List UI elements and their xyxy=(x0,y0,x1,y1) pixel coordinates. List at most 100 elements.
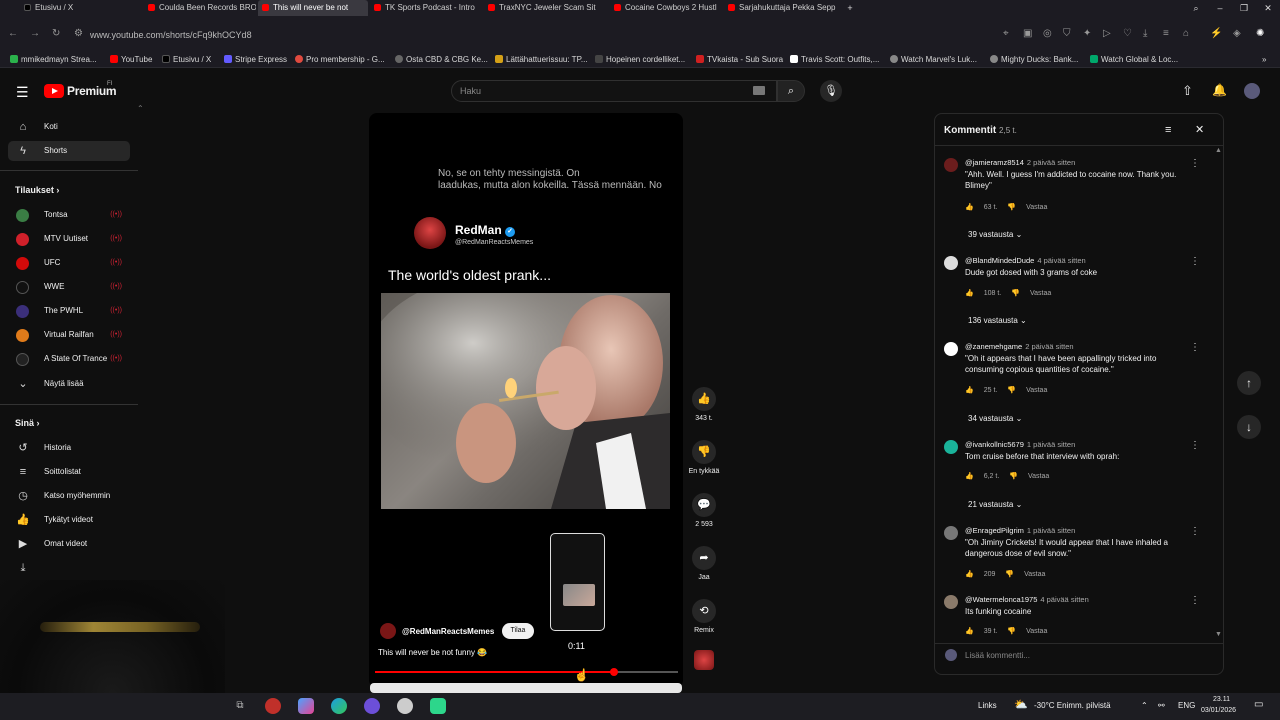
language-indicator[interactable]: ENG xyxy=(1178,701,1195,710)
wallet-icon[interactable]: ◈ xyxy=(1233,28,1241,39)
sidebar-item-watch-later[interactable]: ◷ Katso myöhemmin xyxy=(8,486,130,506)
bookmark-item[interactable]: Mighty Ducks: Bank... xyxy=(990,55,1078,64)
browser-tab[interactable]: Sarjahukuttaja Pekka Sepp xyxy=(724,0,836,16)
camera-icon[interactable]: ◎ xyxy=(1043,28,1052,39)
opera-icon[interactable] xyxy=(265,698,281,714)
clock-date[interactable]: 03/01/2026 xyxy=(1201,707,1236,714)
commenter-avatar[interactable] xyxy=(944,526,958,540)
channel-name[interactable]: @RedManReactsMemes xyxy=(402,627,494,636)
bookmark-item[interactable]: Hopeinen cordelliket... xyxy=(595,55,685,64)
show-more-button[interactable]: ⌄ Näytä lisää xyxy=(8,374,130,394)
collapse-arrow-icon[interactable]: ⌃ xyxy=(137,104,144,113)
browser-tab-active[interactable]: This will never be not xyxy=(258,0,368,16)
notifications-bell-icon[interactable]: 🔔 xyxy=(1212,83,1227,97)
bookmark-item[interactable]: Stripe Express xyxy=(224,55,287,64)
comment-author[interactable]: @EnragedPilgrim 1 päivää sitten xyxy=(965,526,1075,535)
thumbs-up-icon[interactable]: 👍 xyxy=(965,473,974,480)
channel-avatar[interactable] xyxy=(380,623,396,639)
bookmark-item[interactable]: TVkaista - Sub Suora xyxy=(696,55,783,64)
thumbs-down-icon[interactable]: 👎 xyxy=(1009,473,1018,480)
thumbs-down-icon[interactable]: 👎 xyxy=(1011,290,1020,297)
bookmark-item[interactable]: YouTube xyxy=(110,55,152,64)
sidebar-item-playlists[interactable]: ≡ Soittolistat xyxy=(8,462,130,482)
heart-icon[interactable]: ♡ xyxy=(1123,28,1132,39)
sidebar-item-shorts[interactable]: ϟ Shorts xyxy=(8,141,130,161)
subscribe-button[interactable]: Tilaa xyxy=(502,623,534,639)
back-icon[interactable]: ← xyxy=(8,28,18,39)
thumbs-down-icon[interactable]: 👎 xyxy=(1007,204,1016,211)
you-heading[interactable]: Sinä › xyxy=(15,418,40,428)
comment-author[interactable]: @BlandMindedDude 4 päivää sitten xyxy=(965,256,1086,265)
youtube-logo-icon[interactable] xyxy=(44,84,64,98)
scroll-up-arrow-icon[interactable]: ▲ xyxy=(1215,147,1222,154)
sidebar-channel[interactable]: A State Of Trance ((•)) xyxy=(8,349,130,369)
bookmark-item[interactable]: Etusivu / X xyxy=(162,55,211,64)
extensions-icon[interactable]: ⌖ xyxy=(1003,28,1009,39)
share-button[interactable]: ➦ Jaa xyxy=(686,546,722,581)
comments-button[interactable]: 💬 2 593 xyxy=(686,493,722,528)
view-replies-button[interactable]: 21 vastausta ⌄ xyxy=(968,500,1022,509)
commenter-avatar[interactable] xyxy=(944,342,958,356)
more-options-icon[interactable]: ⋮ xyxy=(1190,342,1200,353)
progress-track[interactable] xyxy=(375,668,678,676)
sidebar-channel[interactable]: UFC ((•)) xyxy=(8,253,130,273)
menu-lines-icon[interactable]: ≡ xyxy=(1163,28,1169,39)
browser-tab[interactable]: Etusivu / X xyxy=(20,0,140,16)
clock-time[interactable]: 23.11 xyxy=(1213,696,1230,703)
keyboard-icon[interactable] xyxy=(753,86,765,95)
search-button[interactable]: ⌕ xyxy=(777,80,805,102)
search-input[interactable]: Haku xyxy=(451,80,777,102)
view-replies-button[interactable]: 136 vastausta ⌄ xyxy=(968,316,1027,325)
bookmark-item[interactable]: Travis Scott: Outfits,... xyxy=(790,55,879,64)
view-replies-button[interactable]: 39 vastausta ⌄ xyxy=(968,230,1022,239)
browser-tab[interactable]: Coulda Been Records BRO xyxy=(144,0,256,16)
vpn-icon[interactable]: ⚡ xyxy=(1210,28,1222,39)
sidebar-item-downloads[interactable]: ⤓ xyxy=(8,558,130,578)
view-replies-button[interactable]: 34 vastausta ⌄ xyxy=(968,414,1022,423)
tray-chevron-icon[interactable]: ⌃ xyxy=(1141,701,1148,710)
avatar[interactable] xyxy=(1244,83,1260,99)
sidebar-item-liked[interactable]: 👍 Tykätyt videot xyxy=(8,510,130,530)
sidebar-channel[interactable]: The PWHL ((•)) xyxy=(8,301,130,321)
more-options-icon[interactable]: ⋮ xyxy=(1190,526,1200,537)
sort-icon[interactable]: ≡ xyxy=(1165,124,1171,136)
browser-tab[interactable]: TraxNYC Jeweler Scam Sit xyxy=(484,0,596,16)
comment-author[interactable]: @jamieramz8514 2 päivää sitten xyxy=(965,158,1075,167)
menu-hamburger-icon[interactable]: ☰ xyxy=(16,84,29,101)
ai-icon[interactable]: ✺ xyxy=(1256,28,1264,39)
translate-icon[interactable]: ✦ xyxy=(1083,28,1091,39)
comment-author[interactable]: @ivankollnic5679 1 päivää sitten xyxy=(965,440,1075,449)
play-icon[interactable]: ▷ xyxy=(1103,28,1111,39)
close-window-icon[interactable]: ✕ xyxy=(1256,0,1280,16)
voice-search-button[interactable]: 🎙 xyxy=(820,80,842,102)
discord-icon[interactable] xyxy=(364,698,380,714)
sidebar-item-history[interactable]: ↺ Historia xyxy=(8,438,130,458)
next-short-button[interactable]: ↓ xyxy=(1237,415,1261,439)
like-button[interactable]: 👍 343 t. xyxy=(686,387,722,422)
thumbs-up-icon[interactable]: 👍 xyxy=(965,628,974,635)
more-bookmarks-icon[interactable]: » xyxy=(1262,55,1266,64)
network-icon[interactable]: ⚯ xyxy=(1158,701,1165,710)
bookmark-item[interactable]: Pro membership - G... xyxy=(295,55,385,64)
bookmark-item[interactable]: Osta CBD & CBG Ke... xyxy=(395,55,488,64)
bookmark-item[interactable]: Watch Global & Loc... xyxy=(1090,55,1178,64)
thumbs-up-icon[interactable]: 👍 xyxy=(965,571,974,578)
minimize-icon[interactable]: – xyxy=(1208,0,1232,16)
more-options-icon[interactable]: ⋮ xyxy=(1190,158,1200,169)
thumbs-down-icon[interactable]: 👎 xyxy=(1007,628,1016,635)
new-tab-icon[interactable]: + xyxy=(838,0,862,16)
comment-author[interactable]: @Watermelonca1975 4 päivää sitten xyxy=(965,595,1089,604)
add-comment-input[interactable]: Lisää kommentti... xyxy=(965,651,1030,660)
more-options-icon[interactable]: ⋮ xyxy=(1190,256,1200,267)
remix-button[interactable]: ⟲ Remix xyxy=(686,599,722,634)
reload-icon[interactable]: ↻ xyxy=(52,28,60,39)
task-view-icon[interactable]: ⧉ xyxy=(232,698,248,714)
dislike-button[interactable]: 👎 En tykkää xyxy=(686,440,722,475)
previous-short-button[interactable]: ↑ xyxy=(1237,371,1261,395)
commenter-avatar[interactable] xyxy=(944,256,958,270)
search-tabs-icon[interactable]: ⌕ xyxy=(1184,0,1208,16)
site-info-icon[interactable]: ⚙ xyxy=(74,28,83,39)
bookmark-item[interactable]: mmikedmayn Strea... xyxy=(10,55,97,64)
maximize-icon[interactable]: ❐ xyxy=(1232,0,1256,16)
upload-icon[interactable]: ⇧ xyxy=(1182,83,1193,99)
